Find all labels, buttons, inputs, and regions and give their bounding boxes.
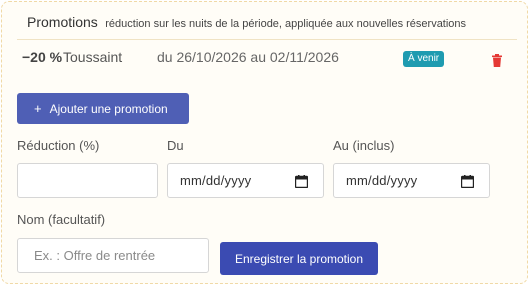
promotion-name: Toussaint xyxy=(63,49,123,65)
calendar-icon[interactable] xyxy=(461,175,474,188)
to-label: Au (inclus) xyxy=(333,138,395,153)
promotion-name-input[interactable]: Ex. : Offre de rentrée xyxy=(17,238,209,273)
panel-subtitle: réduction sur les nuits de la période, a… xyxy=(105,18,467,30)
to-date-input[interactable]: mm/dd/yyyy xyxy=(333,163,490,198)
add-promotion-button[interactable]: + Ajouter une promotion xyxy=(17,93,189,124)
plus-icon: + xyxy=(34,101,42,116)
from-date-placeholder: mm/dd/yyyy xyxy=(180,173,252,188)
status-badge: À venir xyxy=(403,51,445,67)
reduction-label: Réduction (%) xyxy=(17,138,100,153)
calendar-icon[interactable] xyxy=(295,175,308,188)
from-label: Du xyxy=(167,138,184,153)
to-date-placeholder: mm/dd/yyyy xyxy=(346,173,418,188)
promotion-name-placeholder: Ex. : Offre de rentrée xyxy=(34,248,156,263)
add-promotion-label: Ajouter une promotion xyxy=(49,101,168,116)
trash-icon[interactable] xyxy=(491,54,503,67)
panel-header: Promotions réduction sur les nuits de la… xyxy=(27,14,466,32)
reduction-input[interactable] xyxy=(17,163,158,198)
promotion-percent: −20 % xyxy=(22,49,63,65)
name-label: Nom (facultatif) xyxy=(17,212,106,227)
from-date-input[interactable]: mm/dd/yyyy xyxy=(167,163,324,198)
header-divider xyxy=(17,39,517,40)
panel-title: Promotions xyxy=(27,14,98,30)
promotion-row: −20 % Toussaint du 26/10/2026 au 02/11/2… xyxy=(2,47,529,71)
promotion-dates: du 26/10/2026 au 02/11/2026 xyxy=(157,49,339,65)
save-promotion-button[interactable]: Enregistrer la promotion xyxy=(220,242,378,275)
promotions-panel: Promotions réduction sur les nuits de la… xyxy=(1,1,528,284)
